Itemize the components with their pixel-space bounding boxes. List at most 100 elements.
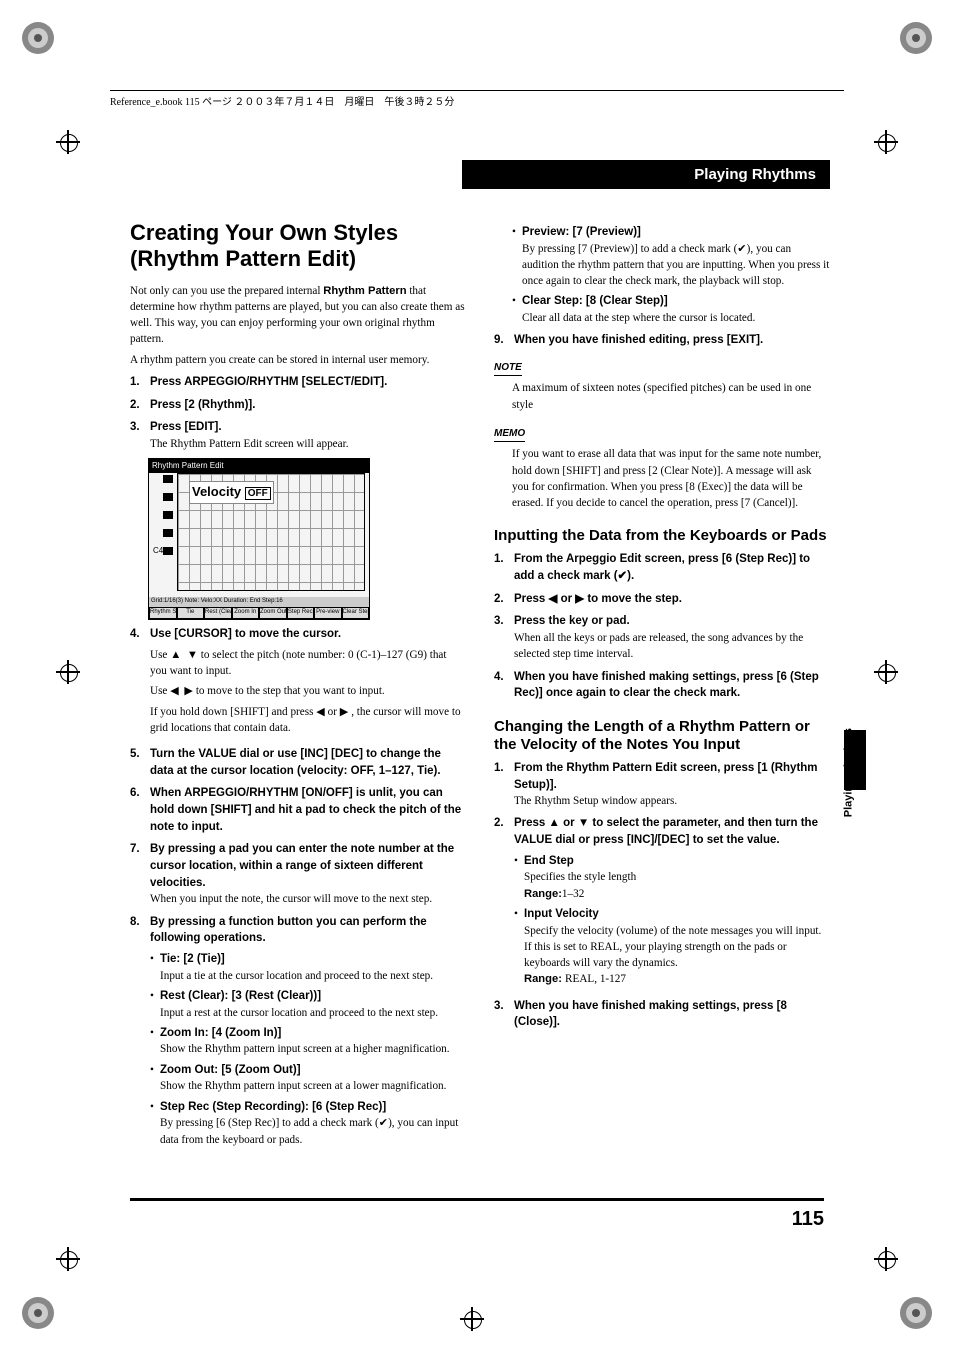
memo-icon: MEMO bbox=[494, 427, 525, 443]
tab: Rest (Clear) bbox=[204, 607, 232, 619]
step-head: From the Arpeggio Edit screen, press [6 … bbox=[514, 551, 830, 584]
bullet-zoom-in: Zoom In: [4 (Zoom In)]Show the Rhythm pa… bbox=[150, 1025, 466, 1058]
step-head: Press [2 (Rhythm)]. bbox=[150, 397, 466, 414]
step-5: 5.Turn the VALUE dial or use [INC] [DEC]… bbox=[130, 746, 466, 779]
step-7: 7. By pressing a pad you can enter the n… bbox=[130, 841, 466, 907]
thumb-tab: Playing Rhythms bbox=[840, 620, 866, 750]
registration-mark bbox=[874, 130, 898, 154]
footer-rule bbox=[130, 1198, 824, 1201]
step-head: Press the key or pad. bbox=[514, 613, 830, 630]
step-head: Press ARPEGGIO/RHYTHM [SELECT/EDIT]. bbox=[150, 374, 466, 391]
step-head: When ARPEGGIO/RHYTHM [ON/OFF] is unlit, … bbox=[150, 785, 466, 835]
text: If you hold down [SHIFT] and press bbox=[150, 706, 316, 718]
registration-mark bbox=[460, 1307, 484, 1331]
text: Not only can you use the prepared intern… bbox=[130, 285, 323, 297]
section-label: Playing Rhythms bbox=[462, 160, 830, 189]
memo-body: If you want to erase all data that was i… bbox=[512, 446, 830, 511]
print-header-text: Reference_e.book 115 ページ ２００３年７月１４日 月曜日 … bbox=[110, 97, 454, 108]
bullet-body: Input a rest at the cursor location and … bbox=[160, 1007, 438, 1019]
up-arrow-icon: ▲ bbox=[170, 649, 181, 661]
left-arrow-icon: ◀ bbox=[316, 706, 325, 718]
text: to move to the step that you want to inp… bbox=[193, 685, 385, 697]
down-arrow-icon: ▼ bbox=[187, 649, 198, 661]
step-head: When you have finished making settings, … bbox=[514, 669, 830, 702]
step-head: When you have finished editing, press [E… bbox=[514, 332, 830, 349]
content-area: Playing Rhythms Creating Your Own Styles… bbox=[130, 160, 830, 1154]
intro-paragraph: Not only can you use the prepared intern… bbox=[130, 283, 466, 348]
sec3-step-2: 2. Press ▲ or ▼ to select the parameter,… bbox=[494, 815, 830, 991]
bullet-rest: Rest (Clear): [3 (Rest (Clear))]Input a … bbox=[150, 988, 466, 1021]
text-bold: Rhythm Pattern bbox=[323, 285, 406, 297]
registration-mark bbox=[874, 1247, 898, 1271]
tab: Tie bbox=[177, 607, 205, 619]
down-arrow-icon: ▼ bbox=[578, 817, 589, 829]
registration-mark bbox=[874, 660, 898, 684]
range-value: 1–32 bbox=[562, 888, 584, 900]
sec2-step-1: 1.From the Arpeggio Edit screen, press [… bbox=[494, 551, 830, 584]
right-column: Preview: [7 (Preview)]By pressing [7 (Pr… bbox=[494, 220, 830, 1154]
tab: Rhythm Setup bbox=[149, 607, 177, 619]
bullet-end-step: End Step Specifies the style length Rang… bbox=[514, 853, 830, 902]
corner-ornament-bl bbox=[18, 1293, 58, 1333]
text: or bbox=[325, 706, 340, 718]
registration-mark bbox=[56, 660, 80, 684]
bullet-body: Input a tie at the cursor location and p… bbox=[160, 970, 433, 982]
text: Use bbox=[150, 685, 170, 697]
tab: Step Rec bbox=[287, 607, 315, 619]
step-body: The Rhythm Pattern Edit screen will appe… bbox=[150, 438, 349, 450]
bullet-body: By pressing [6 (Step Rec)] to add a chec… bbox=[160, 1117, 458, 1145]
sec2-step-2: 2.Press ◀ or ▶ to move the step. bbox=[494, 591, 830, 608]
bullet-body: Show the Rhythm pattern input screen at … bbox=[160, 1043, 450, 1055]
step-4: 4. Use [CURSOR] to move the cursor. Use … bbox=[130, 626, 466, 740]
registration-mark bbox=[56, 130, 80, 154]
step-body: The Rhythm Setup window appears. bbox=[514, 795, 677, 807]
step-6: 6.When ARPEGGIO/RHYTHM [ON/OFF] is unlit… bbox=[130, 785, 466, 835]
screenshot-title: Rhythm Pattern Edit bbox=[149, 459, 369, 473]
bullet-zoom-out: Zoom Out: [5 (Zoom Out)]Show the Rhythm … bbox=[150, 1062, 466, 1095]
note-icon: NOTE bbox=[494, 361, 522, 377]
sec2-step-3: 3. Press the key or pad. When all the ke… bbox=[494, 613, 830, 662]
rhythm-pattern-edit-screenshot: Rhythm Pattern Edit Velocity OFF C4 Grid… bbox=[148, 458, 370, 620]
step-3: 3. Press [EDIT]. The Rhythm Pattern Edit… bbox=[130, 419, 466, 452]
step-2: 2.Press [2 (Rhythm)]. bbox=[130, 397, 466, 414]
sec3-step-1: 1. From the Rhythm Pattern Edit screen, … bbox=[494, 760, 830, 810]
step-8: 8. By pressing a function button you can… bbox=[130, 914, 466, 1152]
right-arrow-icon: ▶ bbox=[575, 593, 584, 605]
bullet-body: If this is set to REAL, your playing str… bbox=[524, 941, 787, 969]
step-head: By pressing a pad you can enter the note… bbox=[150, 841, 466, 891]
bullet-body: Clear all data at the step where the cur… bbox=[522, 312, 755, 324]
piano-keys bbox=[163, 475, 175, 565]
left-column: Creating Your Own Styles (Rhythm Pattern… bbox=[130, 220, 466, 1154]
tab: Zoom Out bbox=[259, 607, 287, 619]
velocity-readout: Velocity OFF bbox=[189, 481, 274, 504]
bullet-body: Specifies the style length bbox=[524, 871, 636, 883]
screenshot-info-row: Grid:1/16(3) Note: Velo:XX Duration: End… bbox=[149, 597, 369, 607]
bullet-preview: Preview: [7 (Preview)]By pressing [7 (Pr… bbox=[512, 224, 830, 289]
bullet-body: Show the Rhythm pattern input screen at … bbox=[160, 1080, 446, 1092]
range-value: REAL, 1-127 bbox=[565, 973, 626, 985]
thumb-tab-block bbox=[844, 730, 866, 790]
subsection-title: Inputting the Data from the Keyboards or… bbox=[494, 527, 830, 545]
tab: Pre-view bbox=[314, 607, 342, 619]
range-label: Range: bbox=[524, 888, 562, 900]
bullet-step-rec: Step Rec (Step Recording): [6 (Step Rec)… bbox=[150, 1099, 466, 1148]
step-head: From the Rhythm Pattern Edit screen, pre… bbox=[514, 760, 830, 793]
step-head: Use [CURSOR] to move the cursor. bbox=[150, 626, 466, 643]
page: Reference_e.book 115 ページ ２００３年７月１４日 月曜日 … bbox=[0, 0, 954, 1351]
bullet-body: By pressing [7 (Preview)] to add a check… bbox=[522, 243, 829, 287]
step-head: By pressing a function button you can pe… bbox=[150, 914, 466, 947]
intro-paragraph-2: A rhythm pattern you create can be store… bbox=[130, 352, 466, 368]
step-head: Press ◀ or ▶ to move the step. bbox=[514, 591, 830, 608]
text: Use bbox=[150, 649, 170, 661]
tab: Clear Step bbox=[342, 607, 370, 619]
bullet-body: Specify the velocity (volume) of the not… bbox=[524, 925, 821, 937]
bullet-clear-step: Clear Step: [8 (Clear Step)]Clear all da… bbox=[512, 293, 830, 326]
tab: Zoom In bbox=[232, 607, 260, 619]
corner-ornament-tl bbox=[18, 18, 58, 58]
sec3-step-3: 3.When you have finished making settings… bbox=[494, 998, 830, 1031]
page-number: 115 bbox=[792, 1208, 824, 1231]
note-body: A maximum of sixteen notes (specified pi… bbox=[512, 380, 830, 412]
corner-ornament-tr bbox=[896, 18, 936, 58]
step-9: 9.When you have finished editing, press … bbox=[494, 332, 830, 349]
bullet-input-velocity: Input Velocity Specify the velocity (vol… bbox=[514, 906, 830, 988]
